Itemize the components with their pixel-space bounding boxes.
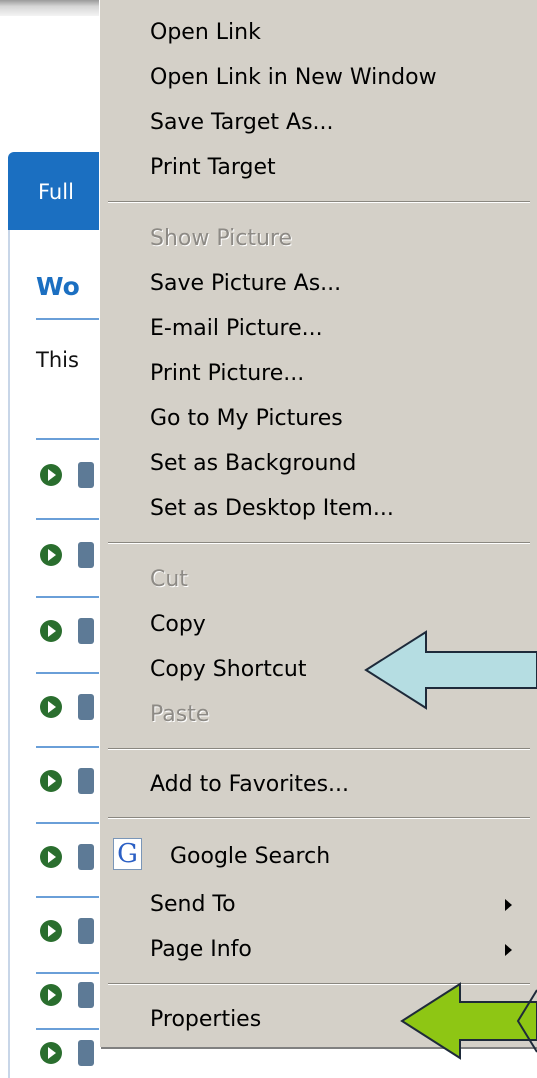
play-icon[interactable] (40, 846, 62, 868)
menu-item-properties[interactable]: Properties (150, 1000, 261, 1040)
menu-separator (108, 201, 530, 203)
google-icon: G (113, 838, 142, 870)
menu-item-copy[interactable]: Copy (150, 605, 206, 645)
document-icon[interactable] (78, 844, 94, 870)
light-blue-arrow-icon (364, 630, 537, 710)
play-icon[interactable] (40, 544, 62, 566)
menu-separator (108, 542, 530, 544)
play-icon[interactable] (40, 770, 62, 792)
menu-item-copy-shortcut[interactable]: Copy Shortcut (150, 650, 307, 690)
context-menu: Open Link Open Link in New Window Save T… (99, 0, 537, 1047)
document-icon[interactable] (78, 462, 94, 488)
menu-item-print-picture[interactable]: Print Picture... (150, 354, 304, 394)
play-icon[interactable] (40, 620, 62, 642)
document-icon[interactable] (78, 542, 94, 568)
menu-separator (108, 748, 530, 750)
play-icon[interactable] (40, 984, 62, 1006)
document-icon[interactable] (78, 618, 94, 644)
menu-item-paste[interactable]: Paste (150, 695, 209, 735)
play-icon[interactable] (40, 464, 62, 486)
menu-item-email-picture[interactable]: E-mail Picture... (150, 309, 323, 349)
menu-item-save-picture-as[interactable]: Save Picture As... (150, 264, 341, 304)
section-heading: Wo (36, 272, 80, 301)
menu-item-set-as-background[interactable]: Set as Background (150, 444, 356, 484)
document-icon[interactable] (78, 694, 94, 720)
menu-item-go-to-my-pictures[interactable]: Go to My Pictures (150, 399, 343, 439)
menu-item-print-target[interactable]: Print Target (150, 148, 276, 188)
menu-item-save-target-as[interactable]: Save Target As... (150, 103, 334, 143)
tab-full-label: Full (38, 180, 74, 204)
menu-item-google-search[interactable]: Google Search (170, 837, 330, 877)
document-icon[interactable] (78, 918, 94, 944)
menu-item-open-link-new-window[interactable]: Open Link in New Window (150, 58, 437, 98)
menu-item-show-picture[interactable]: Show Picture (150, 219, 292, 259)
play-icon[interactable] (40, 696, 62, 718)
document-icon[interactable] (78, 1040, 94, 1066)
menu-separator (108, 817, 530, 819)
intro-text: This (36, 348, 79, 372)
play-icon[interactable] (40, 1042, 62, 1064)
panel-border (8, 230, 10, 1078)
submenu-arrow-icon (505, 944, 512, 956)
menu-item-set-as-desktop-item[interactable]: Set as Desktop Item... (150, 489, 394, 529)
document-icon[interactable] (78, 982, 94, 1008)
menu-item-page-info[interactable]: Page Info (150, 930, 252, 970)
submenu-arrow-icon (505, 899, 512, 911)
document-icon[interactable] (78, 768, 94, 794)
menu-item-send-to[interactable]: Send To (150, 885, 236, 925)
menu-item-open-link[interactable]: Open Link (150, 13, 261, 53)
menu-item-cut[interactable]: Cut (150, 560, 188, 600)
green-arrow-icon (400, 982, 537, 1060)
play-icon[interactable] (40, 920, 62, 942)
menu-item-add-to-favorites[interactable]: Add to Favorites... (150, 765, 349, 805)
